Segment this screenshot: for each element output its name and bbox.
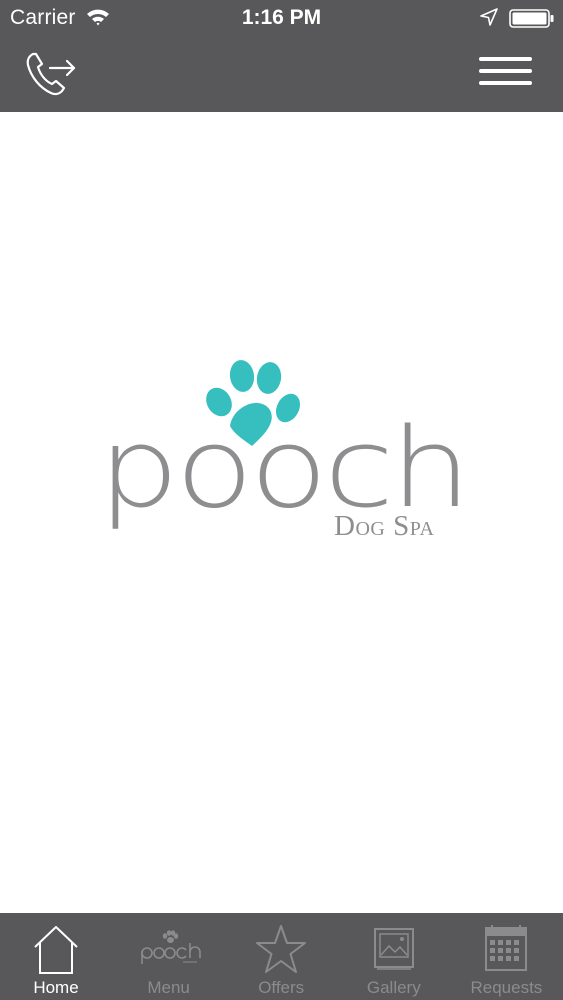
location-arrow-icon xyxy=(480,8,498,26)
tab-home-label: Home xyxy=(33,978,79,997)
tab-menu-label: Menu xyxy=(147,978,190,997)
tab-offers[interactable]: Offers xyxy=(225,913,338,1000)
phone-forward-icon xyxy=(26,52,76,96)
bottom-tab-bar: Home Menu Offers Gallery Requests xyxy=(0,913,563,1000)
hamburger-line xyxy=(479,81,532,85)
main-content: pooch Dog Spa xyxy=(0,112,563,913)
logo-wordmark: pooch xyxy=(98,404,471,533)
tab-offers-label: Offers xyxy=(258,978,305,997)
tab-menu[interactable]: Menu xyxy=(113,913,226,1000)
battery-icon xyxy=(509,9,554,28)
pooch-logo-icon xyxy=(140,930,201,964)
tab-gallery-label: Gallery xyxy=(366,978,421,997)
clock-label: 1:16 PM xyxy=(241,6,322,29)
home-icon xyxy=(34,926,78,974)
calendar-icon xyxy=(485,925,528,971)
tab-home[interactable]: Home xyxy=(0,913,113,1000)
top-navigation-bar: Carrier 1:16 PM xyxy=(0,0,563,112)
tab-requests-label: Requests xyxy=(470,978,543,997)
hamburger-menu-button[interactable] xyxy=(476,53,536,91)
pooch-dog-spa-logo: pooch Dog Spa xyxy=(96,356,472,552)
tab-requests[interactable]: Requests xyxy=(450,913,563,1000)
tab-gallery[interactable]: Gallery xyxy=(338,913,451,1000)
hamburger-line xyxy=(479,57,532,61)
status-bar: Carrier 1:16 PM xyxy=(0,0,563,38)
star-icon xyxy=(256,925,307,973)
hamburger-line xyxy=(479,69,532,73)
call-button[interactable] xyxy=(24,46,80,98)
logo-tagline: Dog Spa xyxy=(334,510,435,542)
gallery-icon xyxy=(373,928,414,970)
